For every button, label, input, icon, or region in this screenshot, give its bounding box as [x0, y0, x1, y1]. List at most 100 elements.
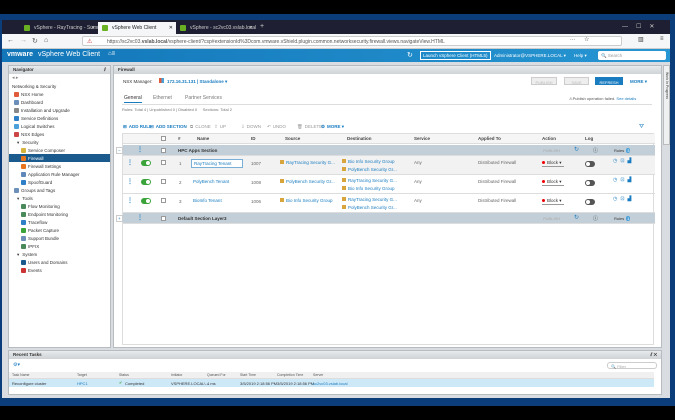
nav-item-nsx-home[interactable]: NSX Home	[9, 90, 110, 98]
rule-source[interactable]: RayTracing Security G...	[280, 160, 335, 165]
tab-partner-services[interactable]: Partner Services	[185, 95, 222, 101]
section-name[interactable]: HPC Apps Section	[178, 148, 217, 153]
tab-ethernet[interactable]: Ethernet	[153, 95, 172, 101]
nav-item-firewall-settings[interactable]: Firewall Settings	[9, 162, 110, 170]
rule-menu-icon[interactable]: ⋮	[127, 197, 133, 204]
task-column-status[interactable]: Status	[119, 373, 129, 377]
rule-destination[interactable]: RayTracing Security G...	[342, 178, 397, 183]
column-header-action[interactable]: Action	[542, 136, 556, 141]
expand-arrow-icon[interactable]: ▾	[17, 140, 19, 145]
tab-general[interactable]: General	[124, 95, 142, 103]
close-tab-icon[interactable]: ✕	[249, 25, 253, 31]
nav-item-flow-monitoring[interactable]: Flow Monitoring	[9, 202, 110, 210]
new-tab-button[interactable]: +	[260, 23, 264, 30]
section-publish-button[interactable]: PUBLISH	[543, 216, 560, 221]
column-header-destination[interactable]: Destination	[347, 136, 372, 141]
rule-row[interactable]: ⋮ 3 BioInfo Tenant 1006 Bio Info Security Gr…	[123, 194, 655, 213]
history-nav[interactable]: ◂ ▸	[9, 74, 110, 82]
close-panel-icon[interactable]: ⫽ ✕	[650, 352, 657, 357]
tasks-filter-input[interactable]: 🔍 Filter	[607, 362, 657, 369]
section-publish-button[interactable]: PUBLISH	[543, 148, 560, 153]
nav-item-groups-and-tags[interactable]: Groups and Tags	[9, 186, 110, 194]
task-target[interactable]: HPC1	[77, 381, 88, 386]
task-column-server[interactable]: Server	[313, 373, 323, 377]
rule-stats-icons[interactable]: ◷⊡▟	[613, 177, 634, 183]
nav-item-spoofguard[interactable]: SpoofGuard	[9, 178, 110, 186]
global-search-input[interactable]: 🔍 Search	[598, 51, 666, 60]
task-column-task-name[interactable]: Task Name	[12, 373, 30, 377]
rule-source[interactable]: PolyBench Security Gr...	[280, 179, 335, 184]
rule-service[interactable]: Any	[414, 198, 422, 203]
rule-log-toggle[interactable]	[585, 199, 595, 205]
nsx-manager-select[interactable]: 172.16.31.131 | Standalone ▾	[167, 79, 227, 85]
rule-service[interactable]: Any	[414, 160, 422, 165]
task-column-completion-time[interactable]: Completion Time	[277, 373, 303, 377]
rule-name[interactable]: BioInfo Tenant	[191, 197, 224, 204]
launch-html5-button[interactable]: Launch vSphere Client (HTML5)	[420, 51, 491, 60]
section-refresh-icon[interactable]: ↻	[574, 146, 579, 153]
rule-menu-icon[interactable]: ⋮	[127, 159, 133, 166]
task-column-initiator[interactable]: Initiator	[171, 373, 182, 377]
rule-enabled-toggle[interactable]	[141, 160, 151, 166]
pin-icon[interactable]: ⫽	[104, 67, 106, 72]
home-menu-icon[interactable]: ⌂≡	[108, 51, 115, 57]
rule-destination[interactable]: Bio Info Security Group	[342, 159, 395, 164]
column-header-id[interactable]: ID	[251, 136, 256, 141]
rule-checkbox[interactable]	[161, 160, 166, 165]
rule-row[interactable]: ⋮ 2 PolyBench Tenant 1008 PolyBench Security…	[123, 175, 655, 194]
rule-checkbox[interactable]	[161, 179, 166, 184]
column-header-log[interactable]: Log	[585, 136, 593, 141]
bookmark-star-icon[interactable]: ☆	[584, 36, 589, 43]
task-server[interactable]: sc2vc03.vslab.local	[313, 381, 347, 386]
rule-source[interactable]: Bio Info Security Group	[280, 198, 333, 203]
refresh-button[interactable]: REFRESH	[595, 77, 623, 85]
publish-button[interactable]: PUBLISH	[531, 77, 557, 85]
column-header-applied-to[interactable]: Applied To	[478, 136, 501, 141]
toolbar-add-rule-button[interactable]: ⊞ ADD RULE	[123, 124, 152, 130]
section-checkbox[interactable]	[161, 148, 166, 153]
nav-item-packet-capture[interactable]: Packet Capture	[9, 226, 110, 234]
filter-icon[interactable]: ⛛	[639, 124, 644, 131]
refresh-icon[interactable]: ↻	[407, 51, 413, 59]
nav-item-support-bundle[interactable]: Support Bundle	[9, 234, 110, 242]
nav-item-dashboard[interactable]: Dashboard	[9, 98, 110, 106]
rule-name[interactable]: PolyBench Tenant	[191, 178, 231, 185]
hamburger-menu-icon[interactable]: ≡	[660, 36, 664, 42]
expand-section-icon[interactable]: +	[116, 215, 123, 222]
save-button[interactable]: SAVE	[564, 77, 589, 85]
rule-stats-icons[interactable]: ◷⊡▟	[613, 196, 634, 202]
rule-enabled-toggle[interactable]	[141, 179, 151, 185]
section-row[interactable]: − ⋮ HPC Apps Section PUBLISH ↻ ⓘ Rules 3	[116, 145, 655, 156]
section-name[interactable]: Default Section Layer3	[178, 216, 227, 221]
expand-arrow-icon[interactable]: ▾	[17, 196, 19, 201]
nav-item-traceflow[interactable]: Traceflow	[9, 218, 110, 226]
window-controls[interactable]: —☐✕	[622, 23, 662, 30]
rule-log-toggle[interactable]	[585, 161, 595, 167]
work-in-progress-strip[interactable]: Work In Progress	[663, 65, 670, 145]
nav-item-ipfix[interactable]: IPFIX	[9, 242, 110, 250]
section-info-icon[interactable]: ⓘ	[593, 147, 598, 154]
rule-action-select[interactable]: Block ▾	[542, 160, 564, 167]
nav-item-logical-switches[interactable]: Logical Switches	[9, 122, 110, 130]
column-header-source[interactable]: Source	[285, 136, 300, 141]
rule-destination[interactable]: PolyBench Security Gr...	[342, 167, 397, 172]
nav-item-users-and-domains[interactable]: Users and Domains	[9, 258, 110, 266]
section-info-icon[interactable]: ⓘ	[593, 215, 598, 222]
browser-tab-3[interactable]: vSphere - sc2vc03.vslab.local ✕	[176, 22, 256, 34]
rule-service[interactable]: Any	[414, 179, 422, 184]
section-checkbox[interactable]	[161, 216, 166, 221]
rule-log-toggle[interactable]	[585, 180, 595, 186]
task-column-start-time[interactable]: Start Time	[240, 373, 256, 377]
rule-action-select[interactable]: Block ▾	[542, 198, 564, 205]
nav-item-application-rule-manager[interactable]: Application Rule Manager	[9, 170, 110, 178]
help-menu[interactable]: Help ▾	[574, 53, 587, 59]
section-row[interactable]: + ⋮ Default Section Layer3 PUBLISH ↻ ⓘ Rules 1	[116, 213, 655, 224]
browser-tab-1[interactable]: vSphere - RayTracing - Summ ✕	[20, 22, 101, 34]
nav-item-security[interactable]: ▾ Security	[9, 138, 110, 146]
page-actions-menu[interactable]: ···	[570, 37, 575, 43]
rule-action-select[interactable]: Block ▾	[542, 179, 564, 186]
nav-item-firewall[interactable]: Firewall	[9, 154, 110, 162]
rule-stats-icons[interactable]: ◷⊡▟	[613, 158, 634, 164]
nav-item-nsx-edges[interactable]: NSX Edges	[9, 130, 110, 138]
nav-item-events[interactable]: Events	[9, 266, 110, 274]
